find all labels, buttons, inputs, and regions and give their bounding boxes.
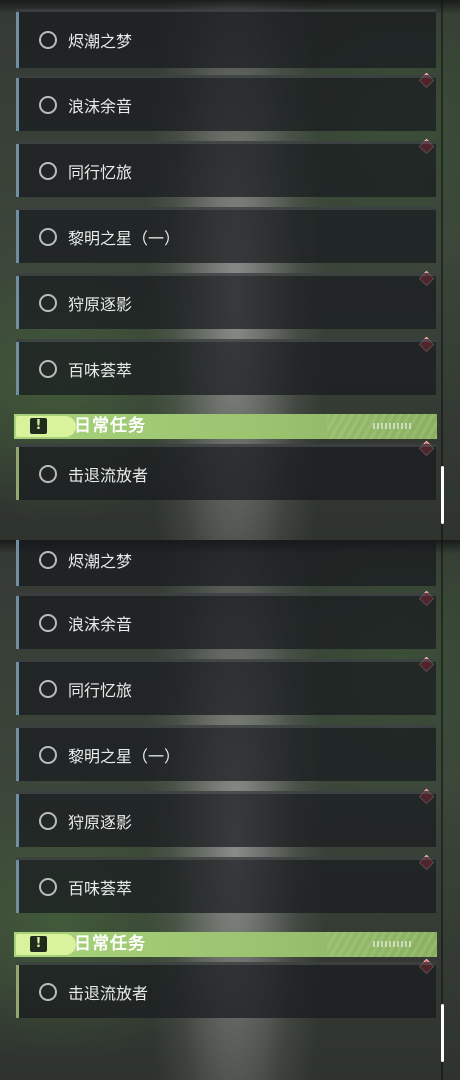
quest-label: 黎明之星（一） [68,228,181,248]
quest-category-bar [16,276,19,329]
quest-item[interactable]: 黎明之星（一） [16,207,436,263]
quest-item[interactable]: 百味荟萃 [16,339,436,395]
header-icon-box: ! [16,416,76,437]
quest-item[interactable]: 狩原逐影 [16,273,436,329]
quest-category-bar [16,540,19,586]
quest-status-circle-icon [39,613,57,632]
quest-category-bar [16,794,19,847]
quest-status-circle-icon [39,679,57,698]
quest-status-circle-icon [39,95,57,114]
quest-item[interactable]: 狩原逐影 [16,791,436,847]
quest-category-bar [16,860,19,913]
scrollbar-thumb[interactable] [441,466,444,524]
quest-category-bar [16,144,19,197]
quest-status-circle-icon [39,982,57,1001]
quest-status-circle-icon [39,359,57,378]
quest-category-bar [16,78,19,131]
exclamation-alert-icon: ! [30,418,47,434]
quest-item[interactable]: 烬潮之梦 [16,9,436,68]
quest-label: 击退流放者 [68,465,149,485]
daily-quests-header[interactable]: ! 日常任务 [14,414,437,439]
quest-item[interactable]: 浪沫余音 [16,593,436,649]
exclamation-alert-icon: ! [30,936,47,952]
quest-status-circle-icon [39,745,57,764]
quest-label: 百味荟萃 [68,878,133,898]
scrollbar-track[interactable] [441,0,443,540]
quest-label: 烬潮之梦 [68,552,133,571]
quest-category-bar [16,596,19,649]
daily-quest-item[interactable]: 击退流放者 [16,962,436,1018]
quest-category-bar [16,342,19,395]
quest-item[interactable]: 同行忆旅 [16,141,436,197]
daily-quests-title: 日常任务 [74,934,146,954]
scrollbar-thumb[interactable] [441,1004,444,1062]
quest-label: 百味荟萃 [68,360,133,380]
quest-status-circle-icon [39,293,57,312]
scrollbar-track[interactable] [441,540,443,1080]
quest-item[interactable]: 烬潮之梦 [16,540,436,586]
quest-label: 狩原逐影 [68,294,133,314]
quest-status-circle-icon [39,877,57,896]
quest-category-bar [16,12,19,68]
quest-item[interactable]: 百味荟萃 [16,857,436,913]
quest-label: 烬潮之梦 [68,32,133,51]
quest-status-circle-icon [39,31,57,49]
quest-list-panel-bottom: 烬潮之梦 浪沫余音 同行忆旅 黎明之星（一） 狩原逐影 百味荟萃 ! 日常任务 [0,540,460,1080]
quest-label: 浪沫余音 [68,96,133,116]
header-deco-pattern [373,941,413,947]
quest-category-bar [16,728,19,781]
quest-item[interactable]: 同行忆旅 [16,659,436,715]
daily-quest-item[interactable]: 击退流放者 [16,444,436,500]
quest-status-circle-icon [39,161,57,180]
quest-item[interactable]: 浪沫余音 [16,75,436,131]
quest-status-circle-icon [39,811,57,830]
quest-list-panel-top: 烬潮之梦 浪沫余音 同行忆旅 黎明之星（一） 狩原逐影 百味荟萃 ! 日常任务 [0,0,460,540]
quest-category-bar [16,965,19,1018]
daily-quests-header[interactable]: ! 日常任务 [14,932,437,957]
daily-quests-title: 日常任务 [74,416,146,436]
quest-label: 黎明之星（一） [68,746,181,766]
header-icon-box: ! [16,934,76,955]
quest-label: 同行忆旅 [68,680,133,700]
quest-status-circle-icon [39,551,57,569]
header-deco-pattern [373,423,413,429]
quest-category-bar [16,662,19,715]
quest-item[interactable]: 黎明之星（一） [16,725,436,781]
quest-label: 浪沫余音 [68,614,133,634]
quest-label: 击退流放者 [68,983,149,1003]
quest-status-circle-icon [39,464,57,483]
quest-status-circle-icon [39,227,57,246]
quest-label: 同行忆旅 [68,162,133,182]
quest-category-bar [16,447,19,500]
quest-category-bar [16,210,19,263]
quest-label: 狩原逐影 [68,812,133,832]
